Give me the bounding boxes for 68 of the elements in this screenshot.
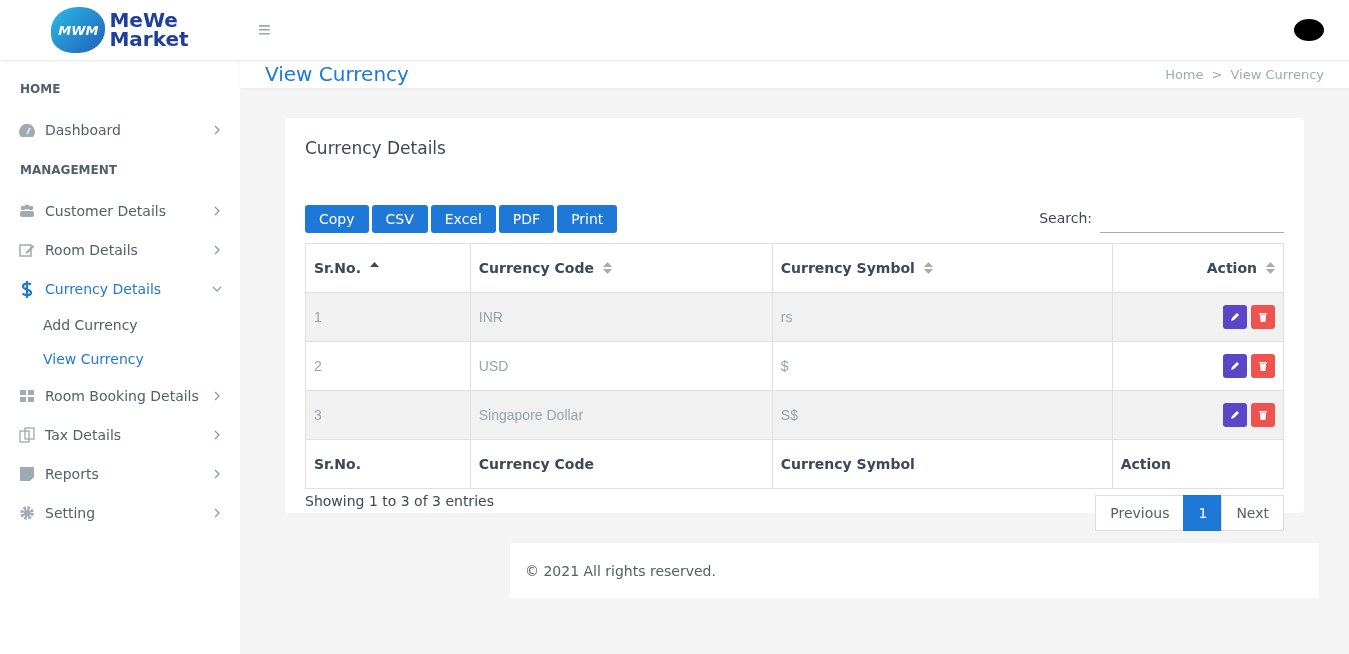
sidebar-section: MANAGEMENT xyxy=(0,149,240,191)
copyright-text: © 2021 All rights reserved. xyxy=(525,562,716,579)
pencil-icon xyxy=(1230,361,1240,371)
pagination-button[interactable]: Previous xyxy=(1095,495,1185,531)
column-footer: Action xyxy=(1112,439,1284,489)
column-footer: Currency Code xyxy=(470,439,773,489)
trash-icon xyxy=(1258,361,1268,371)
sidebar-item[interactable]: Currency Details xyxy=(0,269,240,308)
sidebar-item[interactable]: Customer Details xyxy=(0,191,240,230)
table-cell: 3 xyxy=(305,390,471,440)
delete-button[interactable] xyxy=(1251,354,1275,378)
sidebar-item[interactable]: Dashboard xyxy=(0,110,240,149)
export-button[interactable]: CSV xyxy=(371,205,428,233)
delete-button[interactable] xyxy=(1251,403,1275,427)
chevron-right-icon xyxy=(214,468,220,479)
sidebar-item[interactable]: Setting xyxy=(0,493,240,532)
table-cell: USD xyxy=(470,341,773,391)
chevron-right-icon xyxy=(214,124,220,135)
column-footer: Currency Symbol xyxy=(772,439,1113,489)
trash-icon xyxy=(1258,312,1268,322)
table-cell: Singapore Dollar xyxy=(470,390,773,440)
column-header[interactable]: Action xyxy=(1112,243,1284,293)
chevron-right-icon xyxy=(214,429,220,440)
chevron-right-icon xyxy=(214,205,220,216)
edit-button[interactable] xyxy=(1223,354,1247,378)
pencil-icon xyxy=(1230,410,1240,420)
logo-text: MeWe Market xyxy=(109,11,189,49)
pagination-button[interactable]: Next xyxy=(1221,495,1284,531)
delete-button[interactable] xyxy=(1251,305,1275,329)
chevron-down-icon xyxy=(212,285,222,292)
breadcrumb-separator: > xyxy=(1211,66,1223,82)
table-cell: 2 xyxy=(305,341,471,391)
note-icon xyxy=(18,464,36,483)
table-cell: INR xyxy=(470,292,773,342)
column-header[interactable]: Currency Symbol xyxy=(772,243,1113,293)
column-header[interactable]: Sr.No. xyxy=(305,243,471,293)
card-title: Currency Details xyxy=(305,138,447,158)
table-cell: $ xyxy=(772,341,1113,391)
export-button[interactable]: Copy xyxy=(305,205,369,233)
logo-mark: MWM xyxy=(51,7,106,53)
table-cell: 1 xyxy=(305,292,471,342)
search-label: Search: xyxy=(1039,209,1092,226)
avatar[interactable] xyxy=(1294,19,1324,41)
column-footer: Sr.No. xyxy=(305,439,471,489)
sidebar-subitem[interactable]: View Currency xyxy=(0,342,240,376)
sidebar-section: HOME xyxy=(0,68,240,110)
entries-info: Showing 1 to 3 of 3 entries xyxy=(305,493,494,511)
page-title: View Currency xyxy=(265,62,409,86)
edit-button[interactable] xyxy=(1223,403,1247,427)
chevron-right-icon xyxy=(214,244,220,255)
sidebar-item[interactable]: Reports xyxy=(0,454,240,493)
table-cell: S$ xyxy=(772,390,1113,440)
copy-icon xyxy=(18,425,36,444)
table-cell: rs xyxy=(772,292,1113,342)
chevron-right-icon xyxy=(214,390,220,401)
edit-button[interactable] xyxy=(1223,305,1247,329)
sidebar-item[interactable]: Room Booking Details xyxy=(0,376,240,415)
sidebar-subitem[interactable]: Add Currency xyxy=(0,308,240,342)
sidebar-item[interactable]: Room Details xyxy=(0,230,240,269)
export-button[interactable]: Print xyxy=(557,205,618,233)
sidebar-item[interactable]: Tax Details xyxy=(0,415,240,454)
column-header[interactable]: Currency Code xyxy=(470,243,773,293)
export-button[interactable]: PDF xyxy=(498,205,555,233)
chevron-right-icon xyxy=(214,507,220,518)
export-button[interactable]: Excel xyxy=(430,205,496,233)
pencil-icon xyxy=(1230,312,1240,322)
pagination-button[interactable]: 1 xyxy=(1183,495,1223,531)
trash-icon xyxy=(1258,410,1268,420)
